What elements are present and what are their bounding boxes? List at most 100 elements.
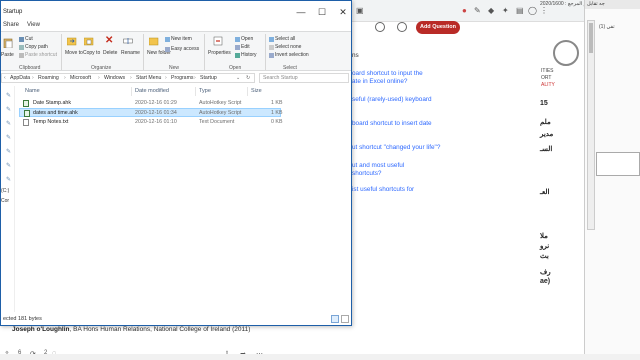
close-button[interactable]: ✕ [335,5,351,19]
column-header-name[interactable]: Name [25,88,40,94]
column-header-size[interactable]: Size [251,88,262,94]
related-question[interactable]: shortcuts? [352,170,452,178]
refresh-icon[interactable]: ↻ [246,75,250,81]
related-question[interactable]: ist useful shortcuts for [352,186,452,194]
file-row-selected[interactable]: dates and time.ahk 2020-12-16 01:34 Auto… [19,108,283,117]
dropdown-chevron-icon[interactable]: ⌄ [236,75,240,81]
pin-icon[interactable]: ✎ [6,162,11,169]
window-titlebar[interactable]: Startup — ☐ ✕ [1,1,351,20]
pin-icon[interactable]: ✎ [6,176,11,183]
drive-label[interactable]: (C:) [1,188,9,194]
file-size: 1 KB [271,100,283,106]
breadcrumb-item[interactable]: Start Menu [136,75,161,81]
breadcrumb-item[interactable]: Microsoft [70,75,91,81]
pin-icon[interactable]: ✎ [6,92,11,99]
file-row[interactable]: Temp Notes.txt 2020-12-16 01:10 Text Doc… [19,118,283,127]
arabic-side-text: السـ [540,146,553,153]
large-icons-view-icon[interactable] [341,315,349,323]
ribbon-tabs: Share View [1,20,351,31]
file-size: 1 KB [271,110,283,116]
tab-share[interactable]: Share [3,22,19,28]
easy-access-button[interactable]: Easy access [171,46,199,52]
search-input[interactable]: Search Startup [259,73,349,83]
invert-selection-button[interactable]: Invert selection [275,52,309,58]
breadcrumb-item[interactable]: Windows [104,75,125,81]
related-question[interactable]: ate in Excel online? [352,78,452,86]
related-header-tail: ns [352,52,359,59]
more-menu-icon[interactable]: ⋮ [540,6,548,15]
properties-button[interactable]: Properties [208,50,231,56]
breadcrumb-separator: › [98,75,100,81]
extension-icon[interactable]: ● [462,6,467,15]
related-question[interactable]: board shortcut to insert date [352,120,452,128]
file-size: 0 KB [271,119,283,125]
copy-to-button[interactable]: Copy to [83,50,100,56]
breadcrumb-item[interactable]: Startup [200,75,217,81]
page-horizontal-scrollbar[interactable] [0,354,640,360]
right-panel-scrollbar[interactable] [587,20,595,230]
file-type: Text Document [199,119,235,125]
ribbon: Paste Cut Copy path Paste shortcut Clipb… [1,31,351,71]
related-question[interactable]: ut shortcut "changed your life"? [352,144,452,152]
paste-shortcut-button[interactable]: Paste shortcut [25,52,57,58]
easy-access-icon [165,47,170,52]
breadcrumb-item[interactable]: Roaming [38,75,59,81]
ahk-file-icon [24,110,30,117]
select-none-button[interactable]: Select none [275,44,301,50]
drive-label[interactable]: Cor [1,198,9,204]
breadcrumb-item[interactable]: AppData [10,75,30,81]
new-item-button[interactable]: New item [171,36,192,42]
right-panel-header: جه تقابل [585,0,640,9]
related-question[interactable]: ut and most useful [352,162,452,170]
move-to-icon [67,37,77,46]
file-explorer-window: Startup — ☐ ✕ Share View Paste Cut Copy … [0,0,352,326]
browser-tab-icon[interactable]: ▣ [356,6,364,15]
profile-icon[interactable]: ◯ [528,6,537,15]
pin-icon[interactable]: ✎ [6,120,11,127]
related-question[interactable]: oard shortcut to input the [352,70,452,78]
details-view-icon[interactable] [331,315,339,323]
maximize-button[interactable]: ☐ [314,5,330,19]
breadcrumb-item[interactable]: Programs [171,75,194,81]
file-row[interactable]: Date Stamp.ahk 2020-12-16 01:29 AutoHotk… [19,99,283,108]
paste-button[interactable]: Paste [1,52,14,58]
open-button[interactable]: Open [241,36,253,42]
cut-button[interactable]: Cut [25,36,33,42]
answer-author: Joseph o'Loughlin, BA Hons Human Relatio… [12,325,262,334]
history-button[interactable]: History [241,52,257,58]
breadcrumb-separator: › [165,75,167,81]
reading-icon[interactable]: ▤ [516,6,524,15]
file-name: dates and time.ahk [33,110,78,116]
move-to-button[interactable]: Move to [65,50,83,56]
select-all-button[interactable]: Select all [275,36,295,42]
pin-icon[interactable]: ✎ [6,148,11,155]
pin-icon[interactable]: ✎ [6,106,11,113]
column-header-date[interactable]: Date modified [135,88,169,94]
column-header-type[interactable]: Type [199,88,211,94]
cut-icon [19,37,24,42]
delete-button[interactable]: Delete [103,50,117,56]
bookmark-icon[interactable]: ◆ [488,6,494,15]
tab-view[interactable]: View [27,22,40,28]
right-panel-input[interactable] [596,152,640,176]
address-bar[interactable]: ‹ AppData › Roaming › Microsoft › Window… [1,73,255,83]
breadcrumb-separator: › [64,75,66,81]
author-credential: , BA Hons Human Relations, National Coll… [69,326,251,333]
add-question-button[interactable]: Add Question [416,21,460,34]
related-question[interactable]: seful (rarely-used) keyboard [352,96,452,104]
copy-path-button[interactable]: Copy path [25,44,48,50]
arabic-side-text: ملم [540,119,551,126]
pin-icon[interactable]: ✎ [6,134,11,141]
column-separator [247,87,248,96]
arabic-side-text: ae) [540,278,551,285]
arabic-side-text: نرو [540,243,550,250]
invert-selection-icon [269,53,274,58]
rename-button[interactable]: Rename [121,50,140,56]
edit-button[interactable]: Edit [241,44,250,50]
language-icon[interactable] [375,22,385,32]
globe-icon[interactable] [397,22,407,32]
edit-icon[interactable]: ✎ [474,6,481,15]
minimize-button[interactable]: — [293,5,309,19]
puzzle-icon[interactable]: ✦ [502,6,509,15]
author-name[interactable]: Joseph o'Loughlin [12,326,70,333]
